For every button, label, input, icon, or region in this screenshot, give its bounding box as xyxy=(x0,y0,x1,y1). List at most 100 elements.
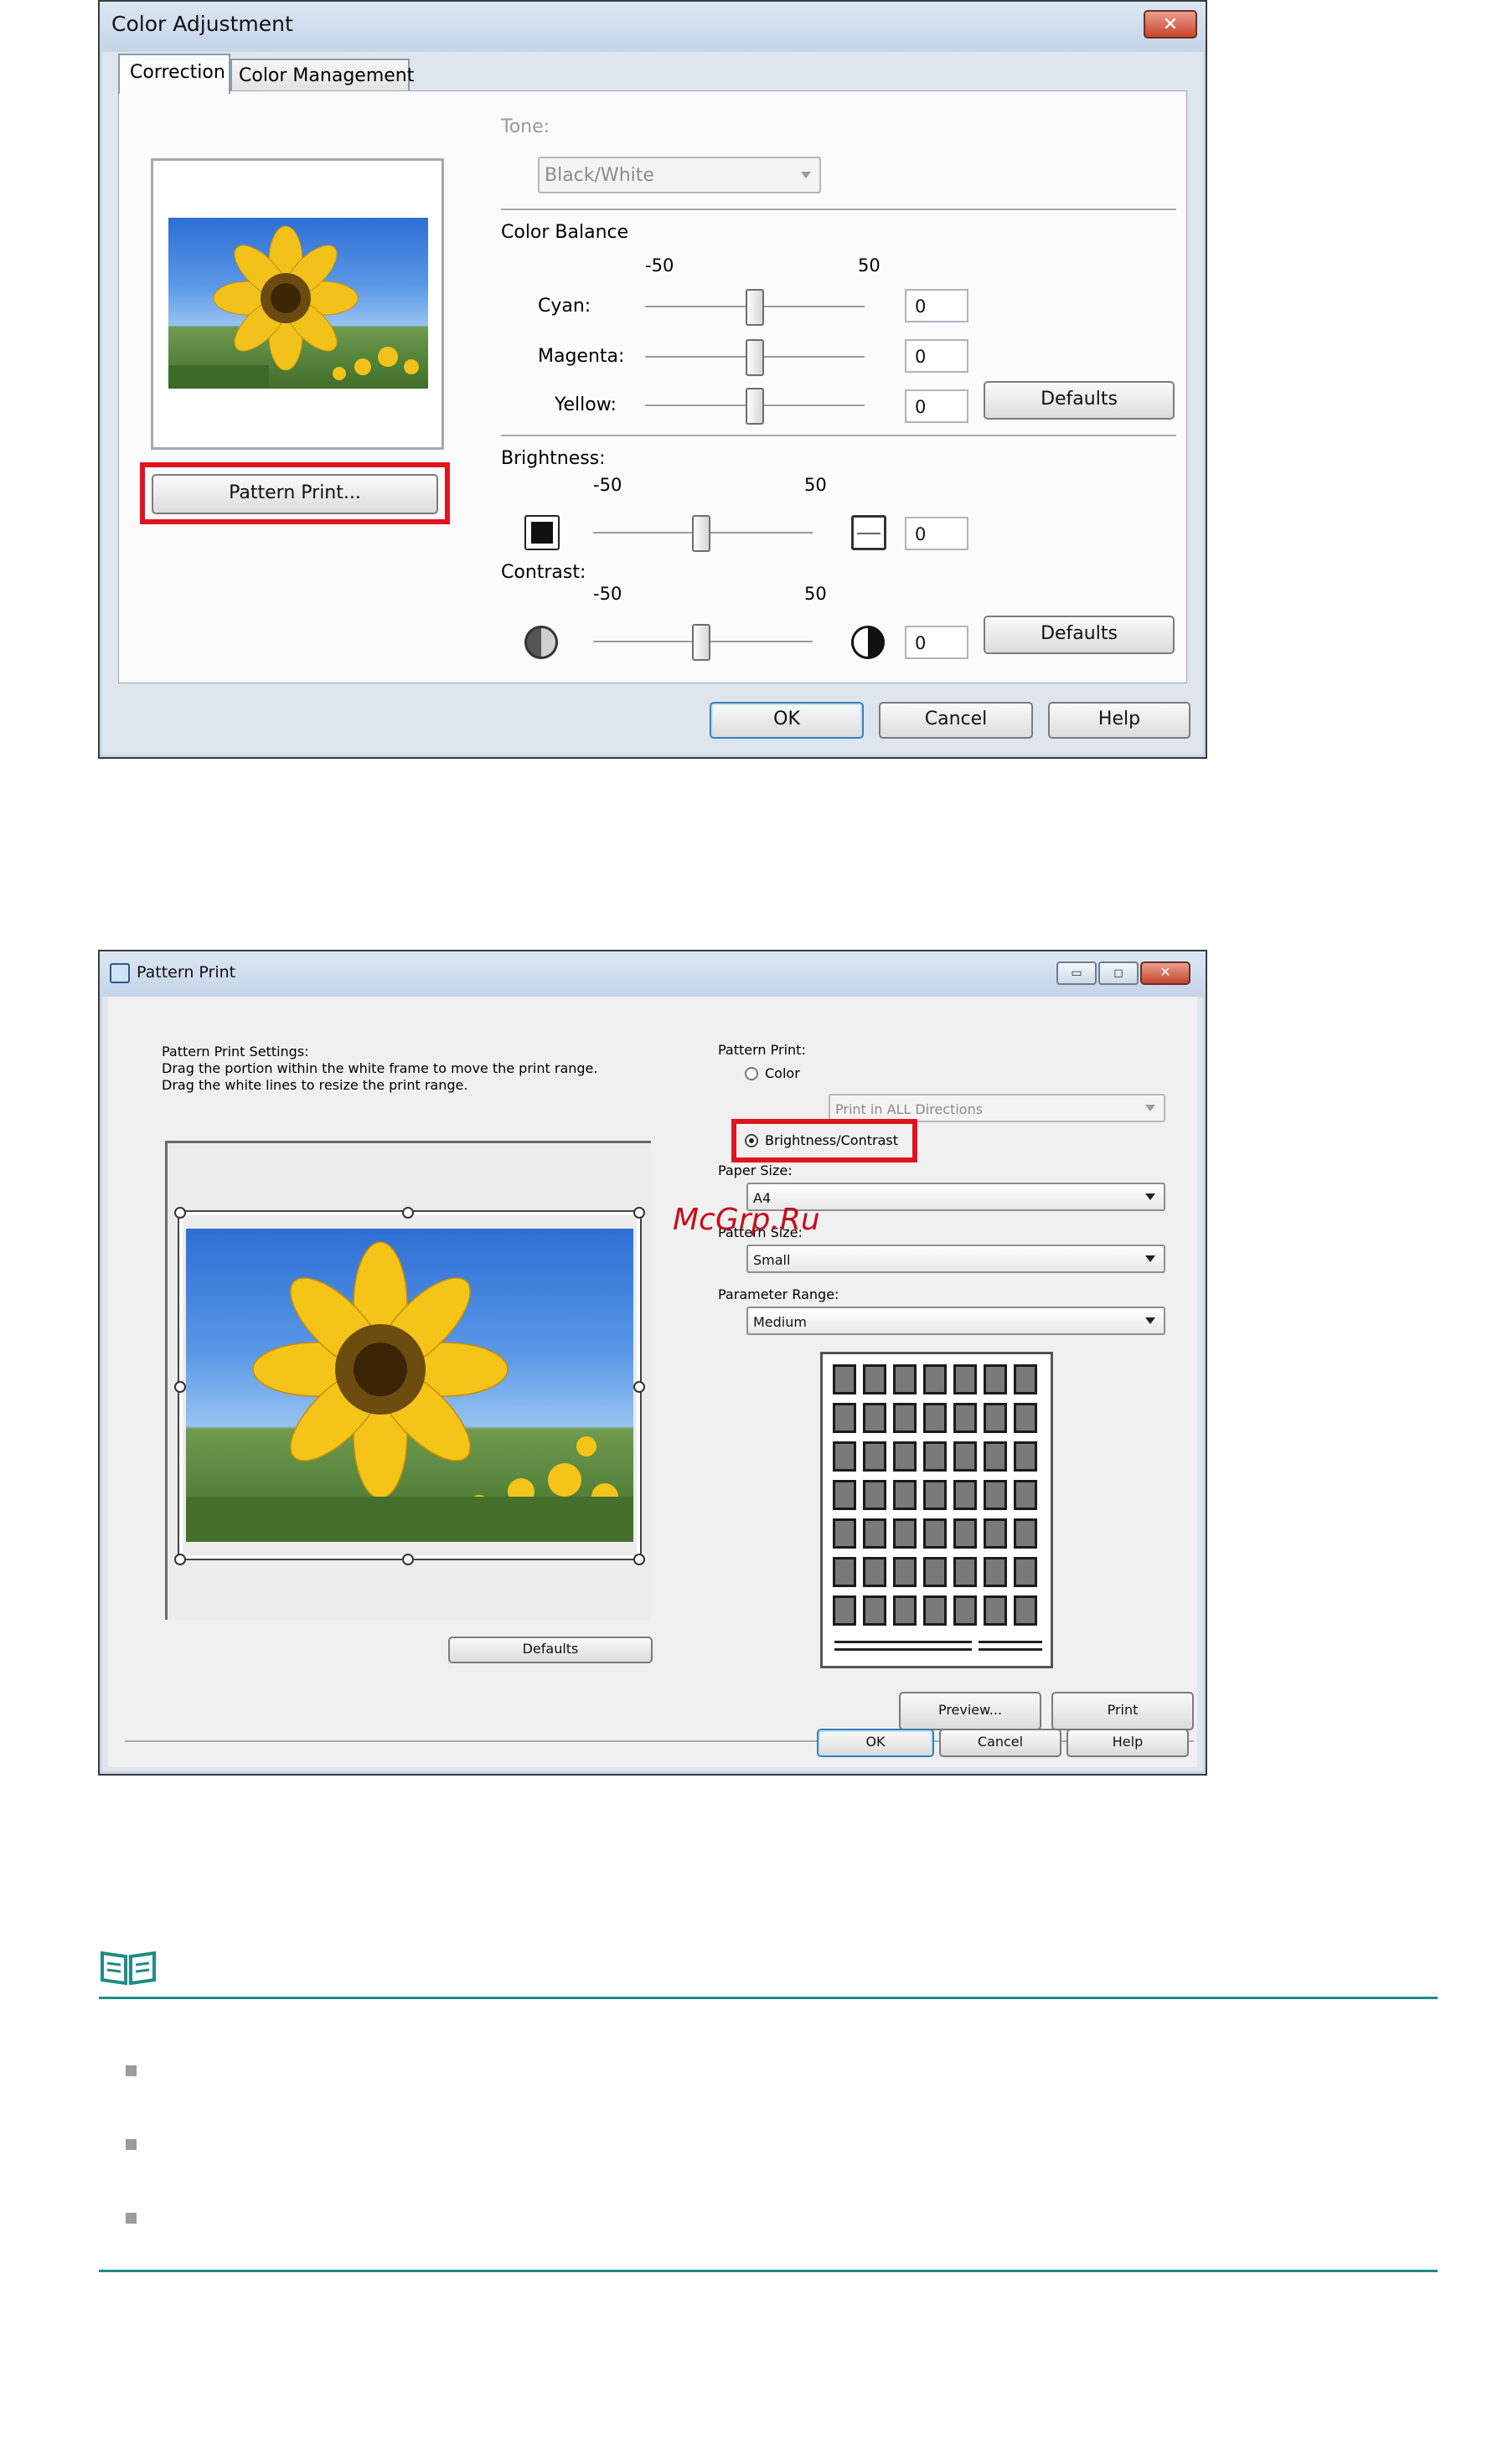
pattern-cell xyxy=(833,1364,856,1394)
pattern-cell xyxy=(893,1557,917,1587)
contrast-field[interactable]: 0 xyxy=(905,626,968,659)
color-radio[interactable] xyxy=(745,1067,758,1080)
paper-size-label: Paper Size: xyxy=(718,1162,793,1178)
minimize-icon: ▭ xyxy=(1071,966,1082,979)
direction-select[interactable]: Print in ALL Directions xyxy=(829,1094,1165,1122)
print-range-canvas[interactable] xyxy=(165,1141,651,1620)
color-radio-label: Color xyxy=(765,1065,800,1081)
pattern-cell xyxy=(923,1518,947,1549)
color-balance-defaults-button[interactable]: Defaults xyxy=(984,381,1175,420)
pattern-cell xyxy=(984,1480,1007,1510)
pattern-cell xyxy=(863,1480,886,1510)
ok-button[interactable]: OK xyxy=(710,702,864,739)
resize-handle[interactable] xyxy=(174,1381,186,1393)
pattern-cell xyxy=(984,1557,1007,1587)
pattern-print-window: Pattern Print ▭ ◻ ✕ Pattern Print Settin… xyxy=(98,950,1207,1776)
cancel-button[interactable]: Cancel xyxy=(879,702,1033,739)
range-defaults-button[interactable]: Defaults xyxy=(448,1637,653,1663)
pattern-cell xyxy=(953,1441,977,1472)
minimize-button[interactable]: ▭ xyxy=(1056,961,1097,985)
tab-color-management[interactable]: Color Management xyxy=(230,59,414,92)
resize-handle[interactable] xyxy=(633,1207,645,1219)
range-defaults-label: Defaults xyxy=(522,1641,579,1657)
brightness-high-icon xyxy=(851,515,886,550)
parameter-range-select[interactable]: Medium xyxy=(746,1307,1165,1335)
pattern-cell xyxy=(833,1480,856,1510)
pattern-cell xyxy=(923,1480,947,1510)
print-range-frame[interactable] xyxy=(179,1212,640,1559)
tone-label: Tone: xyxy=(501,116,550,137)
tab-correction-label: Correction xyxy=(130,62,225,83)
pattern-cell xyxy=(1014,1364,1037,1394)
magenta-slider[interactable] xyxy=(746,339,764,376)
pattern-cell xyxy=(923,1441,947,1472)
pattern-cell xyxy=(923,1595,947,1626)
ok-button[interactable]: OK xyxy=(817,1729,934,1757)
pattern-cell xyxy=(1014,1441,1037,1472)
resize-handle[interactable] xyxy=(633,1381,645,1393)
pattern-cell xyxy=(863,1557,886,1587)
pattern-cell xyxy=(984,1518,1007,1549)
cyan-field[interactable]: 0 xyxy=(905,289,968,322)
direction-select-value: Print in ALL Directions xyxy=(835,1101,984,1117)
pattern-cell xyxy=(923,1403,947,1433)
contrast-min-label: -50 xyxy=(593,584,622,604)
instruction-line: Drag the portion within the white frame … xyxy=(162,1060,598,1076)
brightness-low-icon xyxy=(524,515,560,550)
contrast-value: 0 xyxy=(915,633,927,653)
resize-handle[interactable] xyxy=(174,1554,186,1565)
pattern-cell xyxy=(833,1403,856,1433)
pattern-print-label: Pattern Print: xyxy=(718,1042,806,1058)
pattern-cell xyxy=(923,1557,947,1587)
help-button[interactable]: Help xyxy=(1066,1729,1189,1757)
pattern-cell xyxy=(833,1557,856,1587)
contrast-defaults-button[interactable]: Defaults xyxy=(984,616,1175,654)
brightness-min-label: -50 xyxy=(593,475,622,495)
close-button[interactable]: ✕ xyxy=(1144,10,1197,39)
preview-button-label: Preview... xyxy=(937,1702,1003,1718)
highlight-box xyxy=(731,1119,917,1162)
watermark: McGrp.Ru xyxy=(673,1203,820,1237)
cyan-slider[interactable] xyxy=(746,289,764,326)
cancel-button-label: Cancel xyxy=(977,1734,1024,1750)
settings-heading: Pattern Print Settings: xyxy=(162,1044,309,1059)
pattern-cell xyxy=(863,1403,886,1433)
yellow-slider[interactable] xyxy=(746,388,764,425)
title-bar: Color Adjustment ✕ xyxy=(100,2,1206,52)
brightness-field[interactable]: 0 xyxy=(905,517,968,550)
cancel-button[interactable]: Cancel xyxy=(939,1729,1061,1757)
maximize-button[interactable]: ◻ xyxy=(1098,961,1139,985)
preview-button[interactable]: Preview... xyxy=(899,1692,1041,1730)
list-item xyxy=(126,2213,137,2224)
tone-select-value: Black/White xyxy=(545,165,654,186)
highlight-box xyxy=(140,462,450,524)
magenta-field[interactable]: 0 xyxy=(905,339,968,373)
brightness-slider[interactable] xyxy=(692,515,710,552)
contrast-label: Contrast: xyxy=(501,562,586,583)
pattern-cell xyxy=(984,1595,1007,1626)
brightness-max-label: 50 xyxy=(804,475,827,495)
resize-handle[interactable] xyxy=(174,1207,186,1219)
contrast-defaults-label: Defaults xyxy=(1041,623,1118,644)
pattern-cell xyxy=(863,1595,886,1626)
print-button-label: Print xyxy=(1107,1702,1139,1718)
close-button[interactable]: ✕ xyxy=(1140,961,1190,985)
resize-handle[interactable] xyxy=(402,1207,414,1219)
yellow-label: Yellow: xyxy=(555,394,617,415)
magenta-label: Magenta: xyxy=(538,346,625,367)
tab-correction[interactable]: Correction xyxy=(118,54,230,94)
pattern-cell xyxy=(953,1364,977,1394)
pattern-size-select[interactable]: Small xyxy=(746,1245,1165,1273)
resize-handle[interactable] xyxy=(402,1554,414,1565)
resize-handle[interactable] xyxy=(633,1554,645,1565)
pattern-print-client: Pattern Print Settings: Drag the portion… xyxy=(108,997,1197,1767)
chevron-down-icon xyxy=(1145,1193,1155,1200)
tone-select[interactable]: Black/White xyxy=(538,157,821,193)
contrast-max-label: 50 xyxy=(804,584,827,604)
help-button[interactable]: Help xyxy=(1048,702,1190,739)
yellow-field[interactable]: 0 xyxy=(905,389,968,423)
print-button[interactable]: Print xyxy=(1051,1692,1194,1730)
chevron-down-icon xyxy=(1145,1317,1155,1324)
parameter-range-value: Medium xyxy=(753,1314,807,1330)
contrast-slider[interactable] xyxy=(692,624,710,661)
